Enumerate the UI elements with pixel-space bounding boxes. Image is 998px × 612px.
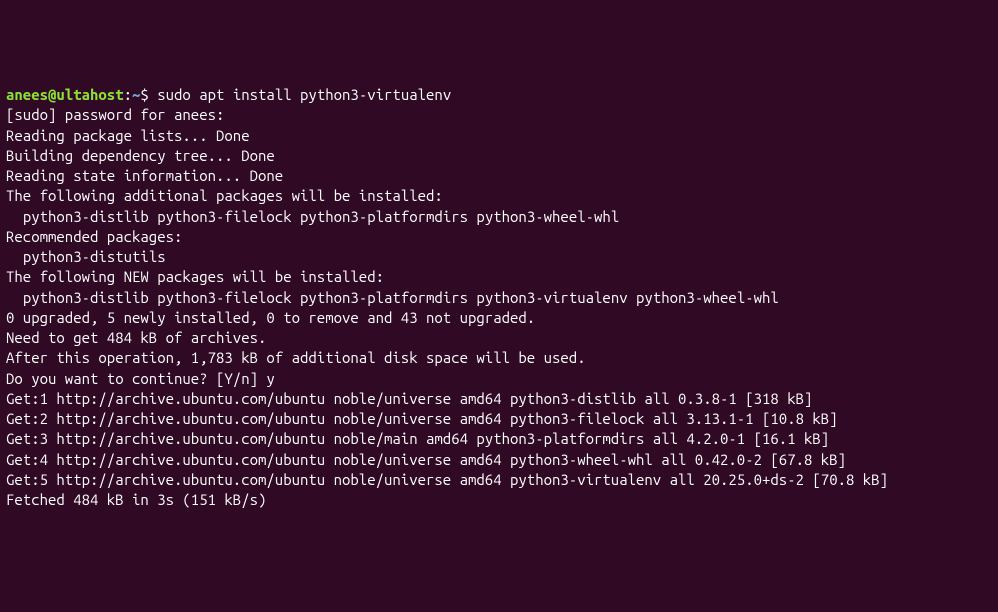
terminal-output[interactable]: anees@ultahost:~$ sudo apt install pytho… bbox=[6, 85, 992, 510]
prompt-line: anees@ultahost:~$ sudo apt install pytho… bbox=[6, 85, 992, 105]
output-line: Do you want to continue? [Y/n] y bbox=[6, 369, 992, 389]
output-line: python3-distutils bbox=[6, 247, 992, 267]
prompt-colon: : bbox=[124, 86, 132, 103]
output-line: [sudo] password for anees: bbox=[6, 105, 992, 125]
output-line: Get:5 http://archive.ubuntu.com/ubuntu n… bbox=[6, 470, 992, 490]
output-line: The following NEW packages will be insta… bbox=[6, 267, 992, 287]
output-line: Reading package lists... Done bbox=[6, 126, 992, 146]
output-line: Need to get 484 kB of archives. bbox=[6, 328, 992, 348]
output-line: Building dependency tree... Done bbox=[6, 146, 992, 166]
output-line: The following additional packages will b… bbox=[6, 186, 992, 206]
output-line: Get:1 http://archive.ubuntu.com/ubuntu n… bbox=[6, 389, 992, 409]
prompt-user: anees@ultahost bbox=[6, 86, 124, 103]
output-line: python3-distlib python3-filelock python3… bbox=[6, 207, 992, 227]
output-line: 0 upgraded, 5 newly installed, 0 to remo… bbox=[6, 308, 992, 328]
command-text: sudo apt install python3-virtualenv bbox=[157, 86, 451, 103]
output-line: Get:4 http://archive.ubuntu.com/ubuntu n… bbox=[6, 450, 992, 470]
output-line: Fetched 484 kB in 3s (151 kB/s) bbox=[6, 490, 992, 510]
output-line: Get:3 http://archive.ubuntu.com/ubuntu n… bbox=[6, 429, 992, 449]
output-line: After this operation, 1,783 kB of additi… bbox=[6, 348, 992, 368]
output-line: Recommended packages: bbox=[6, 227, 992, 247]
prompt-dollar: $ bbox=[140, 86, 157, 103]
output-line: Reading state information... Done bbox=[6, 166, 992, 186]
output-line: Get:2 http://archive.ubuntu.com/ubuntu n… bbox=[6, 409, 992, 429]
output-line: python3-distlib python3-filelock python3… bbox=[6, 288, 992, 308]
